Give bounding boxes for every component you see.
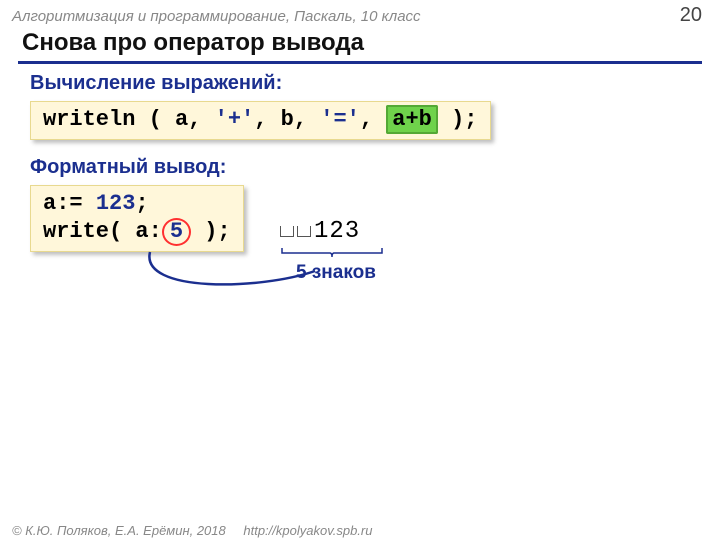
space-icon — [280, 226, 294, 237]
code-text: ); — [191, 219, 231, 244]
course-label: Алгоритмизация и программирование, Паска… — [12, 8, 421, 25]
code-text: , — [360, 107, 386, 132]
code-write-format: a:= 123; write( a:5 ); — [30, 185, 244, 252]
highlight-expression: a+b — [386, 105, 438, 134]
header-bar: Алгоритмизация и программирование, Паска… — [0, 0, 720, 27]
code-text: ; — [135, 191, 148, 216]
output-sample: 123 — [280, 218, 388, 261]
code-literal: '+' — [215, 107, 255, 132]
annotation-5znakov: 5 знаков — [296, 262, 376, 284]
output-text: 123 — [280, 218, 388, 245]
code-text: ); — [438, 107, 478, 132]
code-number: 123 — [96, 191, 136, 216]
page-title: Снова про оператор вывода — [22, 29, 720, 57]
code-text: writeln ( a, — [43, 107, 215, 132]
code-text: a:= — [43, 191, 96, 216]
circled-width: 5 — [162, 218, 191, 246]
subhead-format: Форматный вывод: — [30, 156, 720, 179]
code-writeln: writeln ( a, '+', b, '=', a+b ); — [30, 101, 491, 140]
under-brace — [280, 247, 388, 261]
code-text: write( a — [43, 219, 149, 244]
code-text: , b, — [254, 107, 320, 132]
code-text: : — [149, 219, 162, 244]
page-number: 20 — [680, 4, 702, 27]
space-icon — [297, 226, 311, 237]
code-literal: '=' — [320, 107, 360, 132]
output-digits: 123 — [314, 218, 360, 245]
title-rule — [18, 61, 702, 64]
footer-url: http://kpolyakov.spb.ru — [243, 523, 372, 538]
footer-copyright: © К.Ю. Поляков, Е.А. Ерёмин, 2018 — [12, 523, 226, 538]
subhead-expressions: Вычисление выражений: — [30, 72, 720, 95]
footer: © К.Ю. Поляков, Е.А. Ерёмин, 2018 http:/… — [12, 523, 372, 538]
